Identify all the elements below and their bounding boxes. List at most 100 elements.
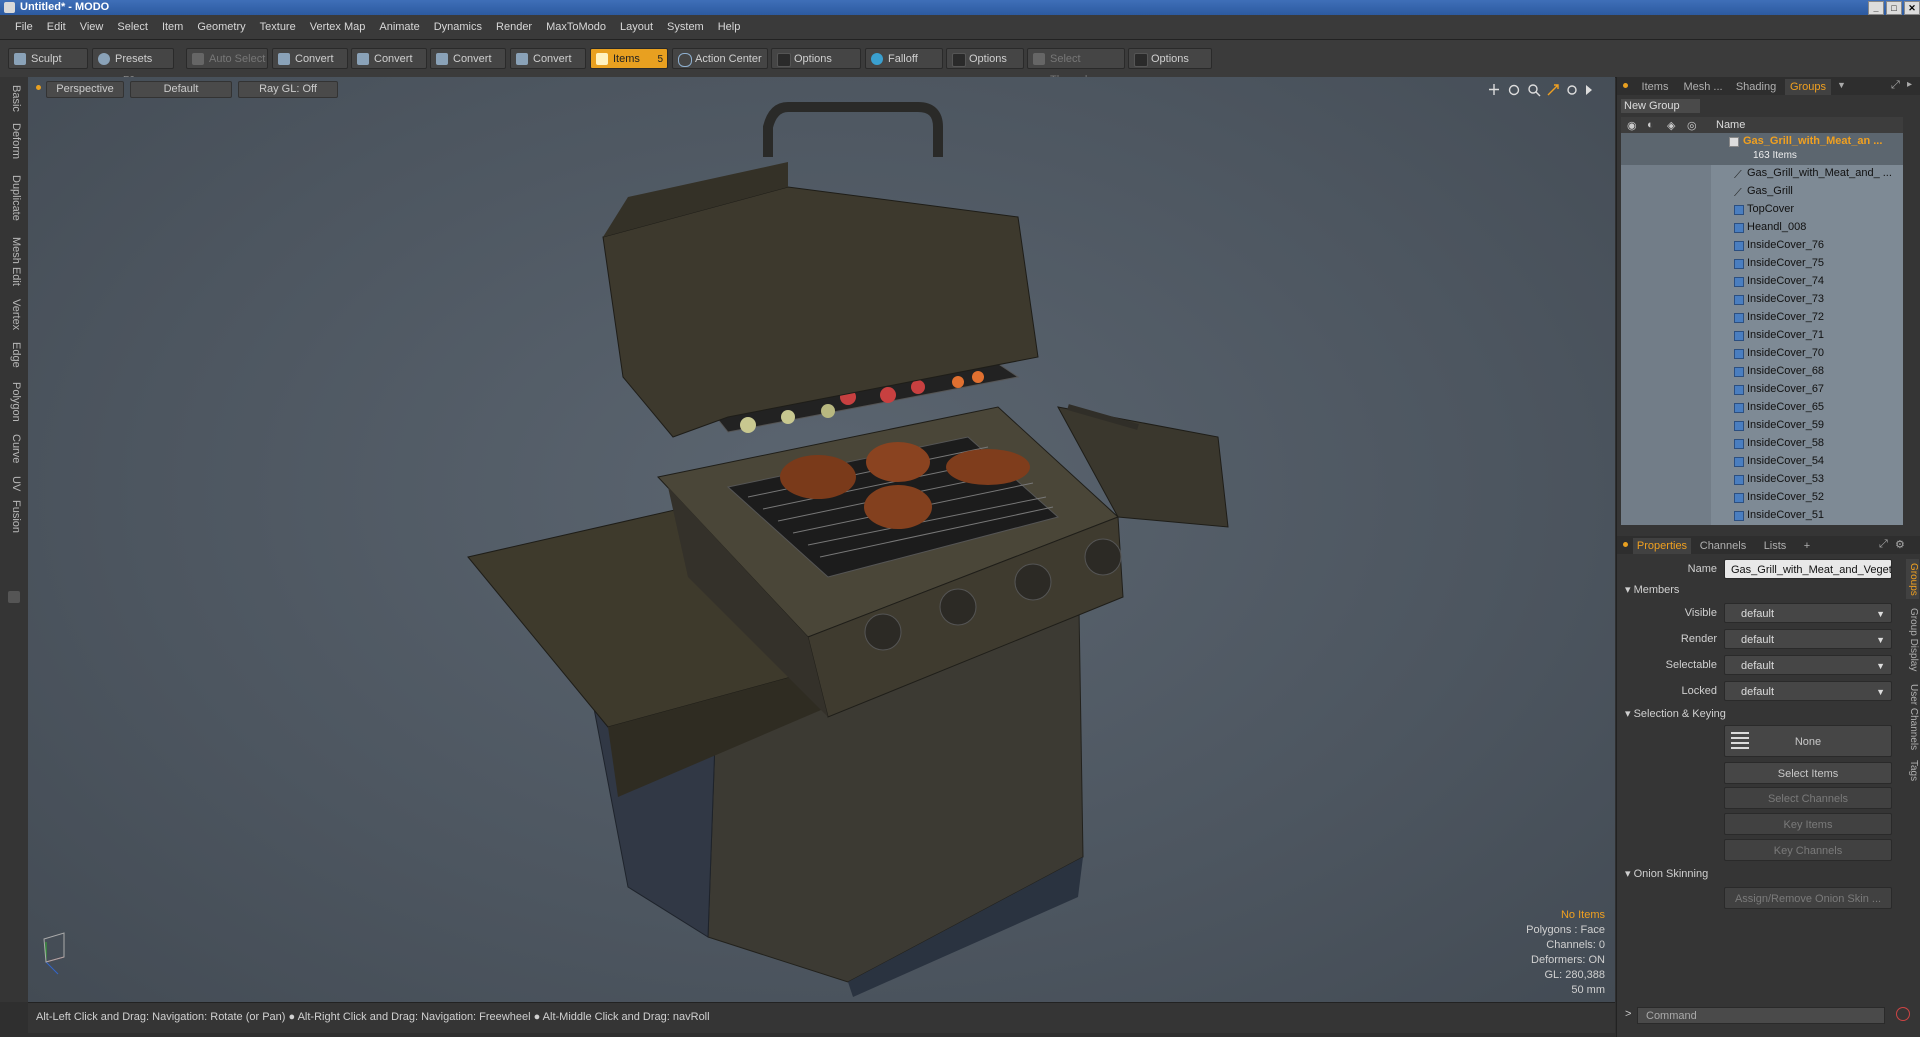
3d-viewport[interactable]: Perspective Default Ray GL: Off No Items… <box>28 77 1615 1002</box>
list-item[interactable]: InsideCover_74 <box>1621 273 1903 291</box>
menu-item[interactable]: Item <box>155 15 190 39</box>
convert-vertices-button[interactable]: Convert <box>272 48 348 69</box>
sculpt-button[interactable]: Sculpt <box>8 48 88 69</box>
tab-mesh-edit[interactable]: Mesh Edit <box>6 233 22 289</box>
command-input[interactable]: Command <box>1637 1007 1885 1024</box>
list-item[interactable]: ⟋ Gas_Grill_with_Meat_and_ ... <box>1621 165 1903 183</box>
tab-basic[interactable]: Basic <box>6 83 22 113</box>
new-group-button[interactable]: New Group <box>1621 99 1700 113</box>
action-center-button[interactable]: Action Center <box>672 48 768 69</box>
panel-menu-icon[interactable] <box>1623 83 1628 88</box>
render-dropdown[interactable]: default ▼ <box>1724 629 1892 649</box>
list-item[interactable]: InsideCover_73 <box>1621 291 1903 309</box>
group-name-field[interactable]: Gas_Grill_with_Meat_and_Veget <box>1724 559 1892 579</box>
tab-vertex[interactable]: Vertex <box>6 295 22 335</box>
presets-button[interactable]: Presets F6 <box>92 48 174 86</box>
menu-geometry[interactable]: Geometry <box>190 15 252 39</box>
tab-uv[interactable]: UV <box>6 473 22 495</box>
visibility-cells[interactable] <box>1621 345 1711 363</box>
menu-edit[interactable]: Edit <box>40 15 73 39</box>
visibility-cells[interactable] <box>1621 489 1711 507</box>
close-button[interactable]: ✕ <box>1904 1 1920 15</box>
visibility-cells[interactable] <box>1621 255 1711 273</box>
tab-items[interactable]: Items <box>1635 79 1675 95</box>
none-preset-button[interactable]: None <box>1724 725 1892 757</box>
list-item[interactable]: InsideCover_67 <box>1621 381 1903 399</box>
add-tab-button[interactable]: + <box>1797 538 1817 554</box>
list-item[interactable]: InsideCover_72 <box>1621 309 1903 327</box>
side-tab-tags[interactable]: Tags <box>1906 757 1919 785</box>
properties-menu-icon[interactable] <box>1623 542 1628 547</box>
list-item[interactable]: InsideCover_52 <box>1621 489 1903 507</box>
tab-shading[interactable]: Shading <box>1731 79 1781 95</box>
list-item[interactable]: InsideCover_76 <box>1621 237 1903 255</box>
maximize-panel-icon[interactable]: ⤢ <box>1891 79 1900 92</box>
maximize-properties-icon[interactable]: ⤢ <box>1879 538 1888 551</box>
list-item[interactable]: InsideCover_51 <box>1621 507 1903 525</box>
select-channels-button[interactable]: Select Channels <box>1724 787 1892 809</box>
record-icon[interactable] <box>1896 1007 1910 1021</box>
visibility-cells[interactable] <box>1621 183 1711 201</box>
panel-arrow-icon[interactable]: ▸ <box>1907 79 1912 90</box>
tab-polygon[interactable]: Polygon <box>6 377 22 427</box>
items-mode-button[interactable]: Items 5 <box>590 48 668 69</box>
menu-render[interactable]: Render <box>489 15 539 39</box>
convert-polygons-button[interactable]: Convert <box>430 48 506 69</box>
list-item[interactable]: InsideCover_59 <box>1621 417 1903 435</box>
list-item[interactable]: InsideCover_68 <box>1621 363 1903 381</box>
action-center-options-button[interactable]: Options <box>771 48 861 69</box>
list-item[interactable]: InsideCover_53 <box>1621 471 1903 489</box>
tab-channels[interactable]: Channels <box>1695 538 1751 554</box>
visibility-cells[interactable] <box>1621 165 1711 183</box>
visibility-cells[interactable] <box>1621 471 1711 489</box>
tab-edge[interactable]: Edge <box>6 337 22 373</box>
menu-select[interactable]: Select <box>110 15 155 39</box>
convert-materials-button[interactable]: Convert <box>510 48 586 69</box>
selectable-dropdown[interactable]: default ▼ <box>1724 655 1892 675</box>
list-item[interactable]: InsideCover_54 <box>1621 453 1903 471</box>
menu-view[interactable]: View <box>73 15 111 39</box>
menu-system[interactable]: System <box>660 15 711 39</box>
group-tree[interactable]: Gas_Grill_with_Meat_an ... 163 Items ⟋ Ga… <box>1621 133 1903 525</box>
key-channels-button[interactable]: Key Channels <box>1724 839 1892 861</box>
select-through-button[interactable]: Select Through <box>1027 48 1125 86</box>
menu-dynamics[interactable]: Dynamics <box>427 15 489 39</box>
visibility-column-icon[interactable]: ◉ <box>1627 119 1637 132</box>
visibility-cells[interactable] <box>1621 291 1711 309</box>
panel-toggle-button[interactable] <box>8 591 20 603</box>
menu-help[interactable]: Help <box>711 15 748 39</box>
list-item[interactable]: InsideCover_71 <box>1621 327 1903 345</box>
group-row[interactable]: Gas_Grill_with_Meat_an ... 163 Items <box>1621 133 1903 165</box>
list-item[interactable]: InsideCover_75 <box>1621 255 1903 273</box>
menu-animate[interactable]: Animate <box>372 15 426 39</box>
visible-dropdown[interactable]: default ▼ <box>1724 603 1892 623</box>
visibility-cells[interactable] <box>1621 417 1711 435</box>
convert-edges-button[interactable]: Convert <box>351 48 427 69</box>
key-items-button[interactable]: Key Items <box>1724 813 1892 835</box>
locked-dropdown[interactable]: default ▼ <box>1724 681 1892 701</box>
menu-texture[interactable]: Texture <box>253 15 303 39</box>
visibility-cells[interactable] <box>1621 435 1711 453</box>
menu-layout[interactable]: Layout <box>613 15 660 39</box>
menu-file[interactable]: File <box>8 15 40 39</box>
tab-curve[interactable]: Curve <box>6 431 22 467</box>
name-column-header[interactable]: Name <box>1716 119 1745 131</box>
visibility-cells[interactable] <box>1621 327 1711 345</box>
selectable-column-icon[interactable]: ◈ <box>1667 119 1675 132</box>
side-tab-group-display[interactable]: Group Display <box>1906 605 1919 675</box>
side-tab-groups[interactable]: Groups <box>1906 559 1919 599</box>
tab-dropdown-icon[interactable]: ▼ <box>1837 80 1846 90</box>
assign-onion-skin-button[interactable]: Assign/Remove Onion Skin ... <box>1724 887 1892 909</box>
select-through-options-button[interactable]: Options <box>1128 48 1212 69</box>
menu-maxtomodo[interactable]: MaxToModo <box>539 15 613 39</box>
list-item[interactable]: InsideCover_70 <box>1621 345 1903 363</box>
visibility-cells[interactable] <box>1621 381 1711 399</box>
list-item[interactable]: ⟋ Gas_Grill <box>1621 183 1903 201</box>
maximize-button[interactable]: □ <box>1886 1 1902 15</box>
visibility-cells[interactable] <box>1621 309 1711 327</box>
tab-duplicate[interactable]: Duplicate <box>6 173 22 223</box>
onion-skinning-section[interactable]: ▾ Onion Skinning <box>1625 867 1708 880</box>
visibility-cells[interactable] <box>1621 507 1711 525</box>
tab-groups[interactable]: Groups <box>1785 79 1831 95</box>
visibility-cells[interactable] <box>1621 273 1711 291</box>
